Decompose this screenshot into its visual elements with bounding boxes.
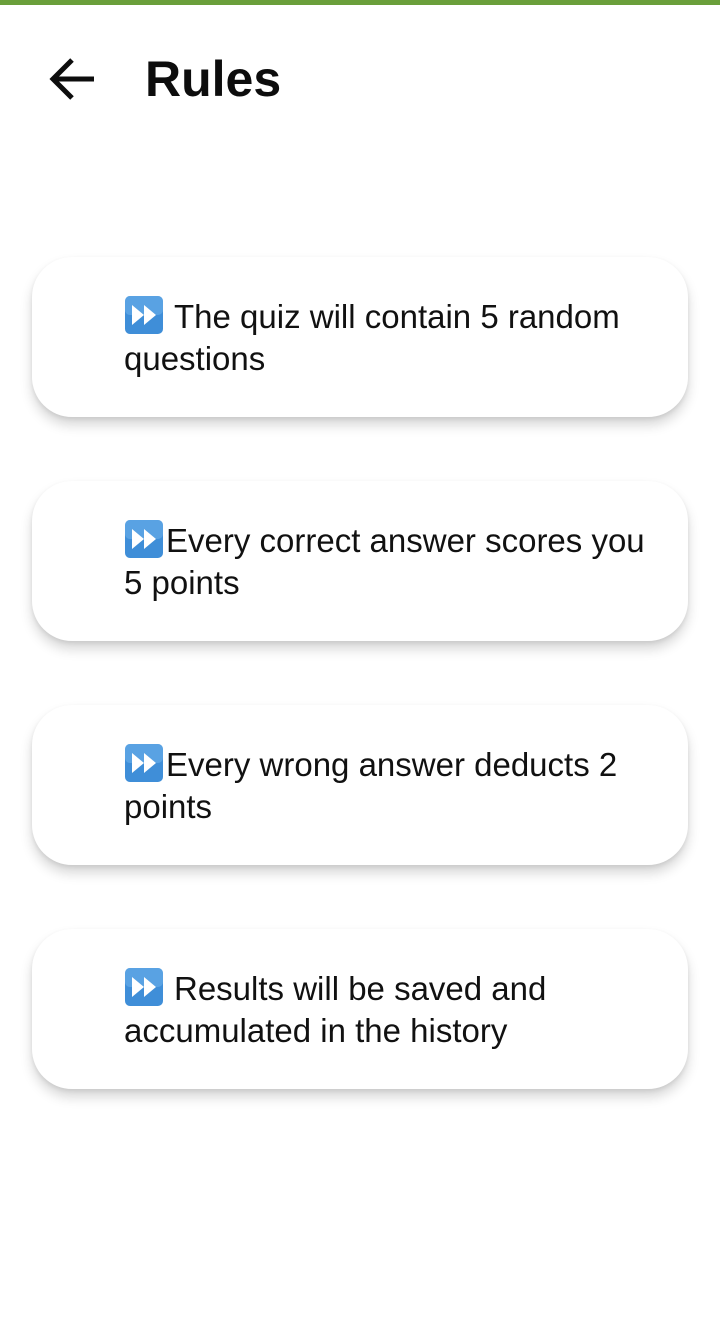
page-title: Rules (145, 51, 282, 107)
fast-forward-icon (125, 296, 163, 334)
rule-item: The quiz will contain 5 random questions (124, 295, 664, 380)
rule-card: Every wrong answer deducts 2 points (32, 705, 688, 865)
fast-forward-icon (125, 744, 163, 782)
rule-text: Every correct answer scores you 5 points (124, 522, 645, 601)
fast-forward-icon (125, 968, 163, 1006)
rule-text: Results will be saved and accumulated in… (124, 970, 547, 1049)
rule-card: The quiz will contain 5 random questions (32, 257, 688, 417)
rule-card: Every correct answer scores you 5 points (32, 481, 688, 641)
rules-list: The quiz will contain 5 random questions… (32, 257, 688, 1153)
rule-item: Results will be saved and accumulated in… (124, 967, 664, 1052)
rule-text: Every wrong answer deducts 2 points (124, 746, 618, 825)
fast-forward-icon (125, 520, 163, 558)
rule-item: Every correct answer scores you 5 points (124, 519, 664, 604)
rule-text: The quiz will contain 5 random questions (124, 298, 620, 377)
rule-card: Results will be saved and accumulated in… (32, 929, 688, 1089)
back-button[interactable] (36, 43, 108, 115)
rule-item: Every wrong answer deducts 2 points (124, 743, 664, 828)
app-bar: Rules (0, 5, 720, 155)
arrow-left-icon (49, 58, 94, 100)
